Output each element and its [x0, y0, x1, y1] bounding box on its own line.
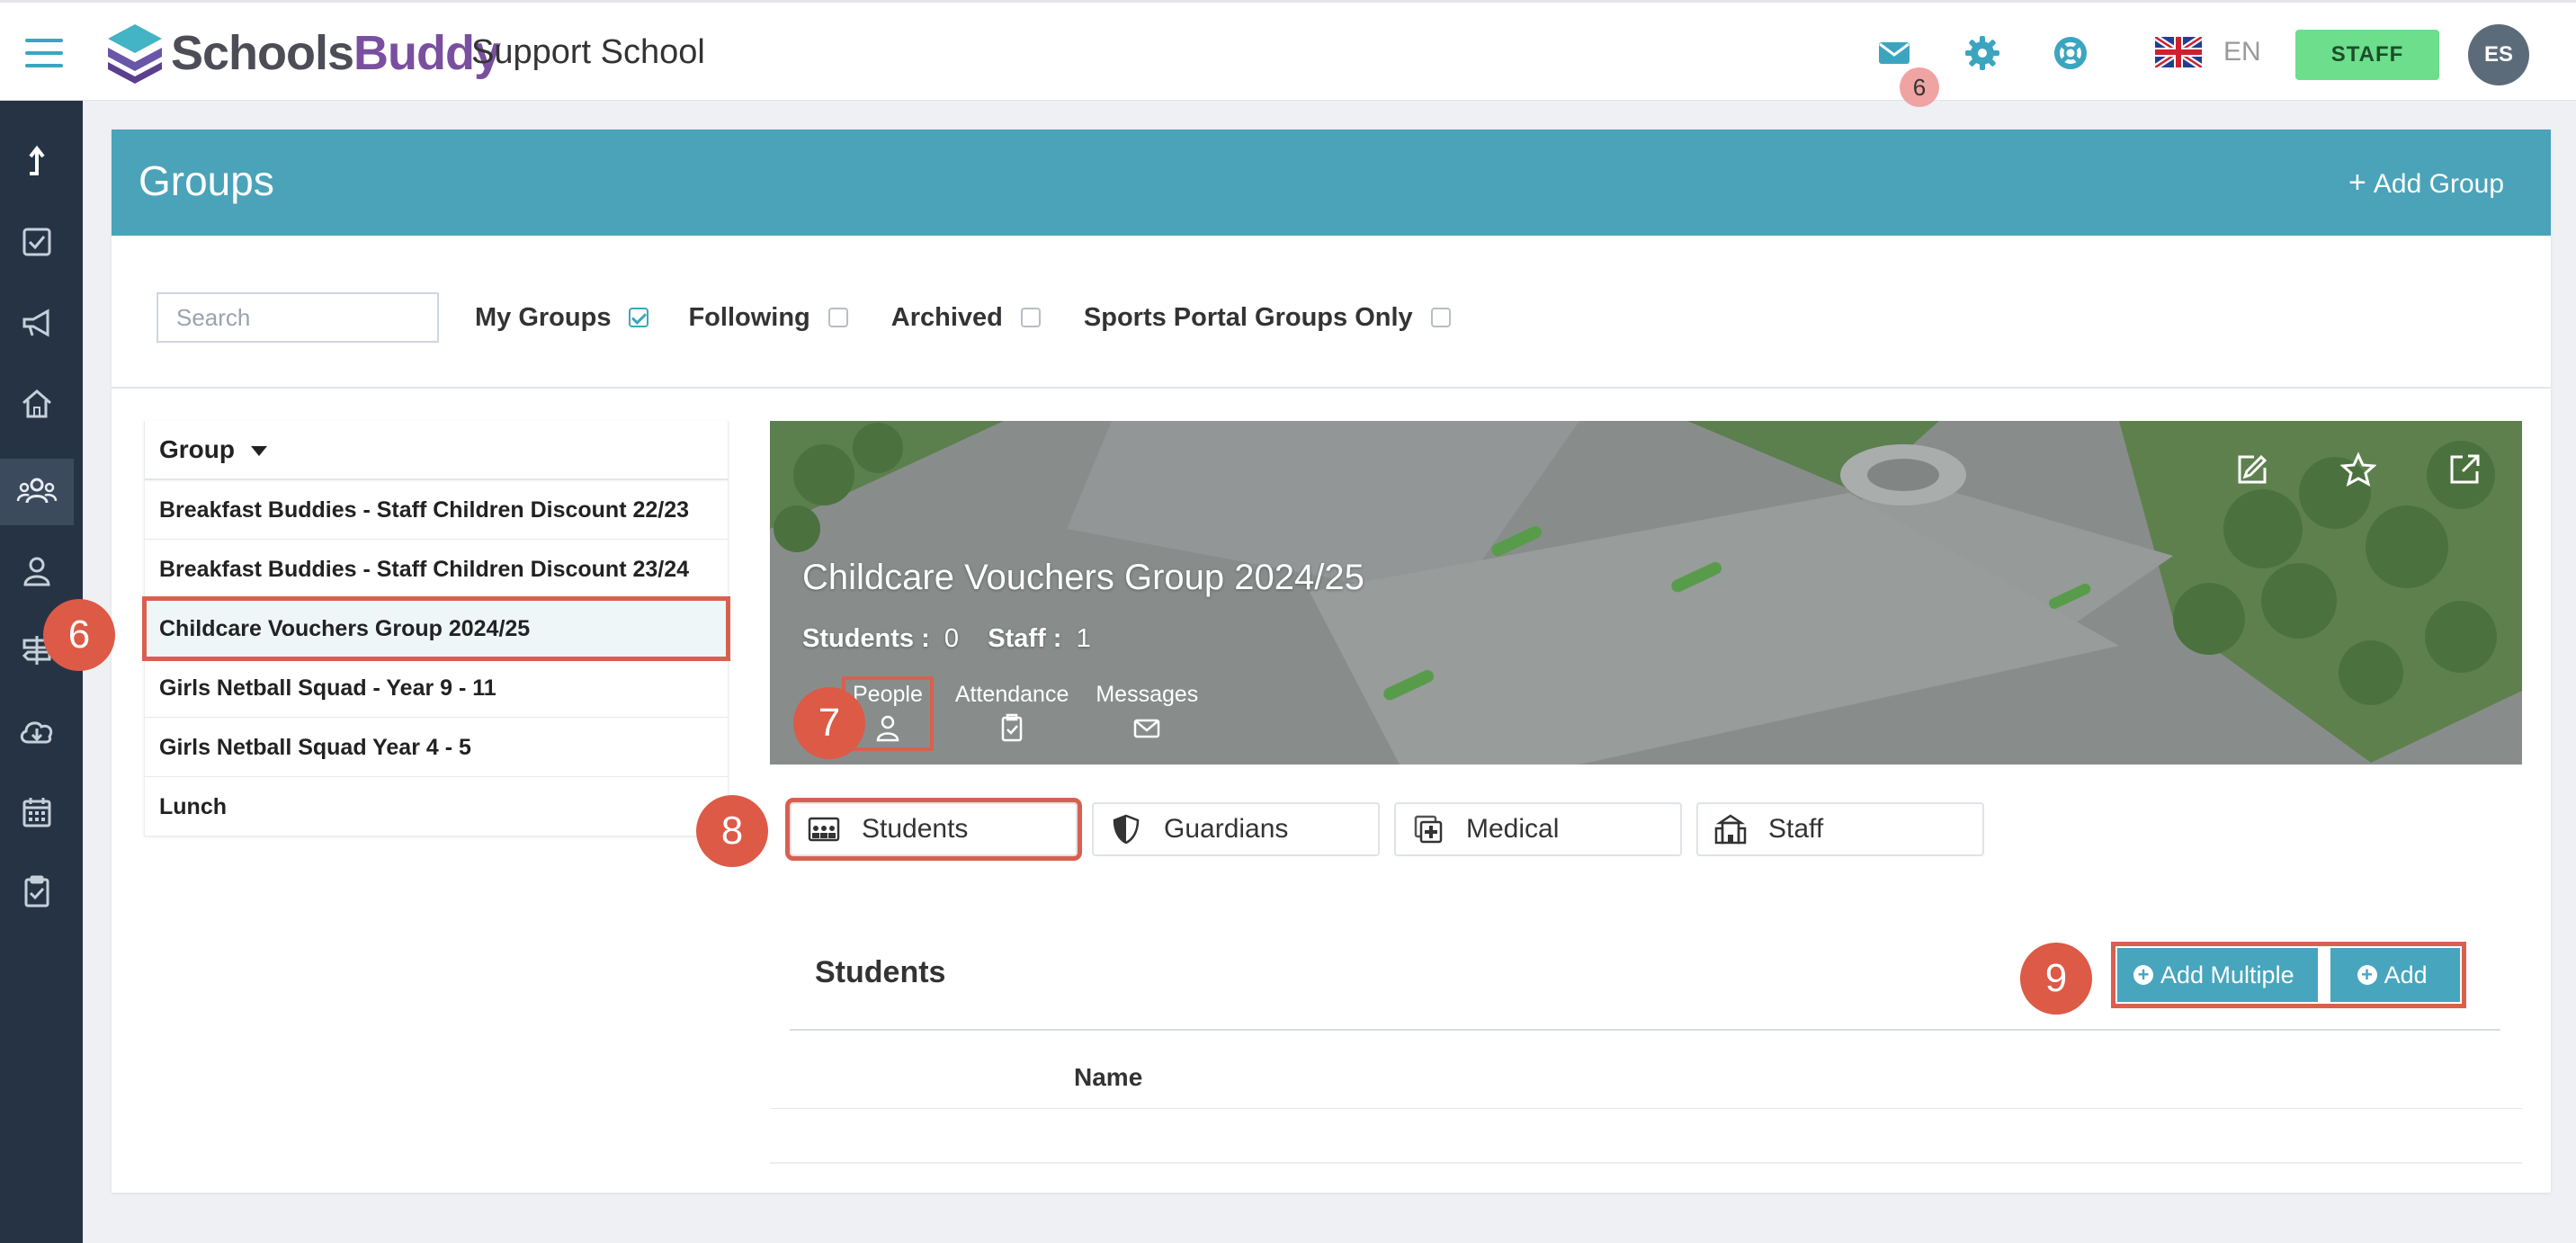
panel-header: Groups + Add Group — [112, 130, 2551, 236]
open-external-icon[interactable] — [2446, 452, 2482, 487]
group-list-item-selected[interactable]: Childcare Vouchers Group 2024/25 — [142, 596, 730, 661]
person-icon — [876, 715, 899, 742]
name-column-header[interactable]: Name — [1074, 1063, 1142, 1092]
tab-messages[interactable]: Messages — [1096, 682, 1198, 746]
clipboard-check-icon — [24, 875, 49, 908]
sidebar-item-calendar[interactable] — [0, 779, 74, 845]
groups-people-icon — [16, 478, 58, 504]
my-groups-label: My Groups — [475, 302, 612, 332]
following-checkbox[interactable] — [827, 308, 848, 327]
add-multiple-button[interactable]: + Add Multiple — [2117, 948, 2318, 1002]
user-avatar[interactable]: ES — [2468, 24, 2529, 85]
school-name: Support School — [471, 33, 705, 71]
add-group-button[interactable]: + Add Group — [2348, 165, 2504, 201]
subtab-students[interactable]: Students — [785, 798, 1082, 861]
sort-caret-icon — [251, 446, 267, 457]
school-building-icon — [1714, 814, 1747, 845]
megaphone-icon — [22, 309, 49, 337]
archived-label: Archived — [890, 302, 1003, 332]
sidebar-item-downloads[interactable] — [0, 698, 74, 765]
schoolsbuddy-logo[interactable]: SchoolsBuddy — [104, 21, 501, 85]
mail-icon[interactable] — [1874, 33, 1914, 73]
staff-role-button[interactable]: STAFF — [2295, 30, 2439, 80]
filter-divider — [112, 387, 2551, 389]
add-button[interactable]: + Add — [2330, 948, 2460, 1002]
students-section-title: Students — [815, 955, 946, 989]
plus-circle-icon: + — [2133, 965, 2153, 985]
archived-checkbox[interactable] — [1020, 308, 1041, 327]
shield-icon — [1113, 814, 1140, 845]
group-title: Childcare Vouchers Group 2024/25 — [802, 558, 1364, 597]
group-banner: Childcare Vouchers Group 2024/25 Student… — [770, 421, 2522, 765]
uk-flag-icon — [2155, 37, 2202, 67]
sidebar-item-groups[interactable] — [0, 459, 74, 525]
step-marker-9: 9 — [2020, 943, 2092, 1015]
page-title: Groups — [139, 157, 274, 204]
envelope-icon — [1134, 719, 1160, 738]
group-list: Group Breakfast Buddies - Staff Children… — [142, 421, 730, 836]
sports-portal-checkbox[interactable] — [1430, 308, 1451, 327]
students-table-header: Name — [770, 1031, 2522, 1109]
my-groups-checkbox[interactable] — [629, 308, 649, 327]
sidebar-item-tasks[interactable] — [0, 209, 74, 275]
person-icon — [23, 557, 50, 586]
group-column-header[interactable]: Group — [145, 421, 728, 480]
star-icon[interactable] — [2340, 452, 2376, 487]
gear-icon[interactable] — [1963, 33, 2002, 73]
home-icon — [22, 389, 51, 418]
cloud-download-icon — [20, 721, 53, 744]
sidebar-item-home[interactable] — [0, 371, 74, 437]
subtab-staff[interactable]: Staff — [1696, 802, 1984, 856]
step-marker-8: 8 — [696, 795, 768, 867]
language-selector[interactable]: EN — [2155, 37, 2261, 67]
search-input[interactable] — [157, 292, 439, 343]
filter-bar: My Groups Following Archived Sports Port… — [157, 291, 1451, 344]
table-bottom-border — [770, 1162, 2522, 1164]
arrow-up-exit-icon — [29, 145, 45, 175]
logo-mark-icon — [108, 24, 162, 84]
step-marker-7: 7 — [793, 687, 865, 759]
add-buttons-group: + Add Multiple + Add — [2111, 942, 2466, 1008]
sidebar-item-exit[interactable] — [0, 128, 74, 194]
group-counts: Students : 0 Staff : 1 — [802, 624, 1091, 653]
group-list-item[interactable]: Breakfast Buddies - Staff Children Disco… — [145, 480, 728, 540]
plus-icon: + — [2348, 165, 2366, 200]
subtab-medical[interactable]: Medical — [1394, 802, 1682, 856]
sidebar-item-people[interactable] — [0, 538, 74, 604]
group-list-item[interactable]: Girls Netball Squad Year 4 - 5 — [145, 718, 728, 777]
edit-icon[interactable] — [2234, 452, 2270, 487]
language-code: EN — [2223, 37, 2261, 67]
group-list-item[interactable]: Breakfast Buddies - Staff Children Disco… — [145, 540, 728, 599]
unread-badge: 6 — [1900, 67, 1939, 107]
following-label: Following — [688, 302, 810, 332]
group-list-item[interactable]: Girls Netball Squad - Year 9 - 11 — [145, 658, 728, 718]
top-bar: SchoolsBuddy Support School 6 EN STAFF E… — [0, 0, 2576, 107]
students-group-icon — [808, 817, 840, 842]
sports-portal-label: Sports Portal Groups Only — [1083, 302, 1413, 332]
tab-attendance[interactable]: Attendance — [955, 682, 1069, 746]
help-lifebuoy-icon[interactable] — [2051, 33, 2090, 73]
clipboard-check-icon — [1001, 713, 1023, 742]
logo-text: SchoolsBuddy — [171, 26, 501, 80]
button-gap — [2317, 948, 2330, 1002]
sidebar — [0, 101, 83, 1243]
group-list-item[interactable]: Lunch — [145, 777, 728, 836]
sidebar-item-clipboard[interactable] — [0, 858, 74, 925]
plus-circle-icon: + — [2357, 965, 2377, 985]
step-marker-6: 6 — [43, 599, 115, 671]
people-subtabs: Students Guardians Medical Staff — [785, 798, 1999, 861]
calendar-icon — [22, 798, 51, 827]
subtab-guardians[interactable]: Guardians — [1092, 802, 1380, 856]
checkbox-icon — [22, 228, 51, 256]
menu-icon[interactable] — [25, 39, 63, 69]
sidebar-item-announcements[interactable] — [0, 290, 74, 356]
medical-kit-icon — [1414, 815, 1443, 844]
add-group-label: Add Group — [2373, 169, 2504, 199]
